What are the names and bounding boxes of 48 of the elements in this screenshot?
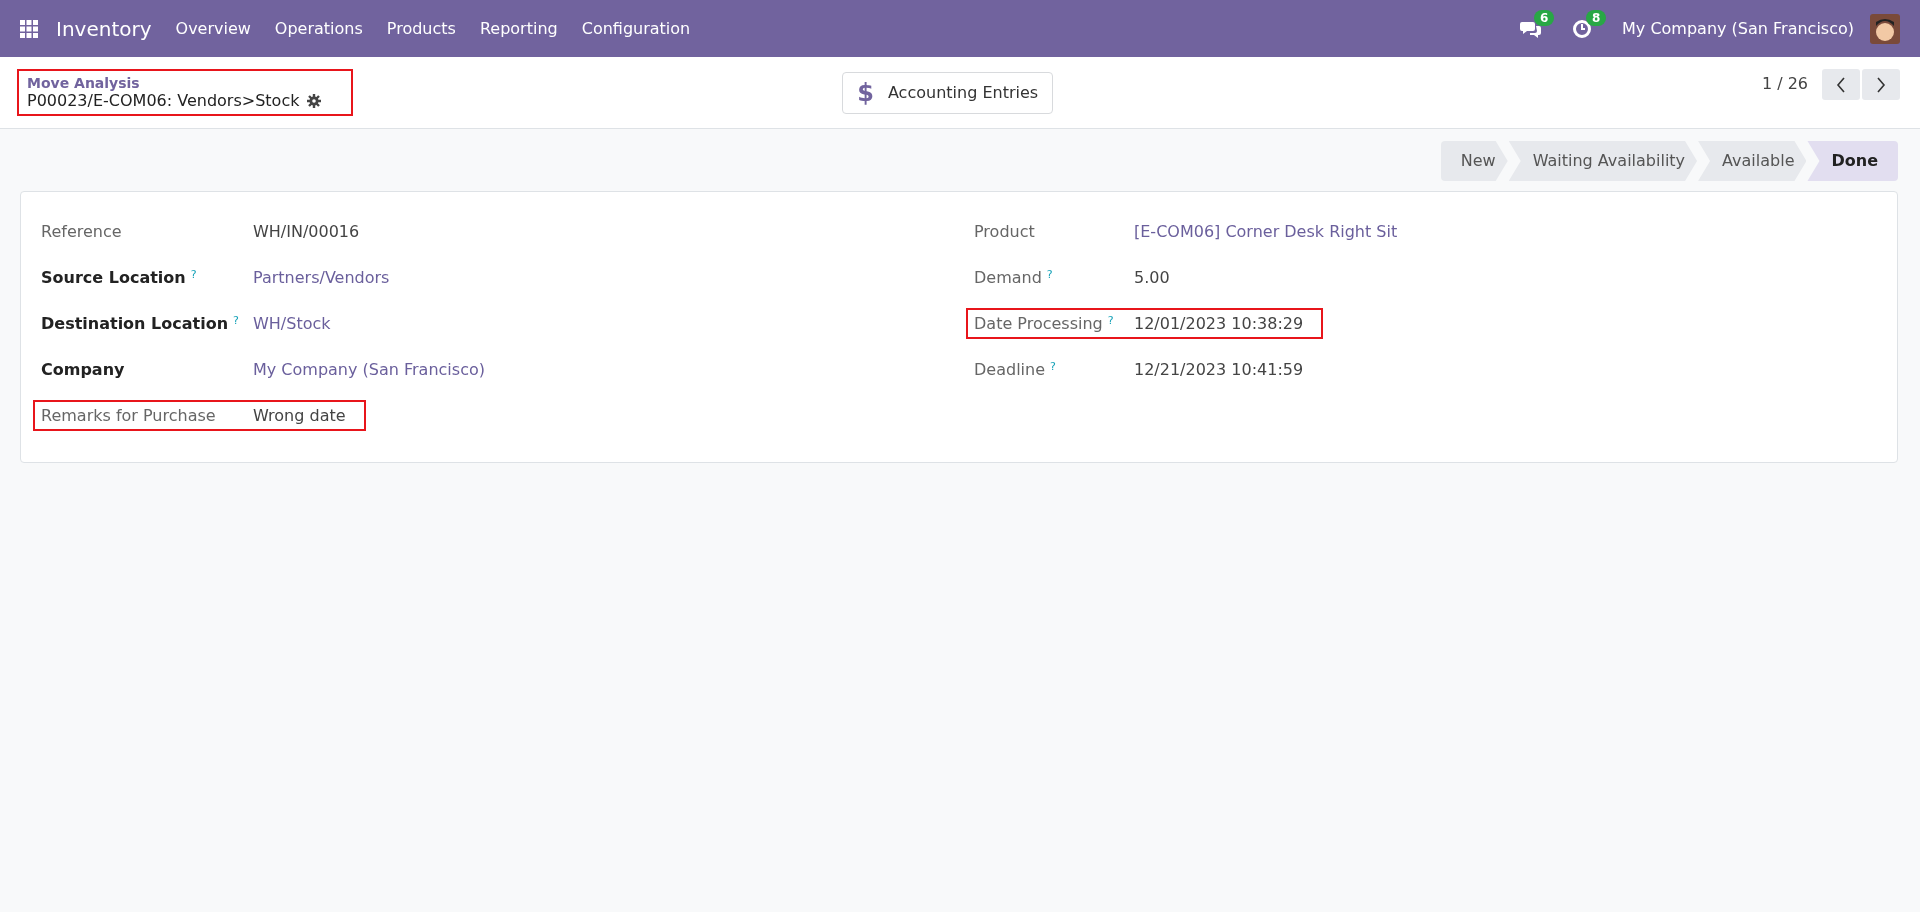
messages-count-badge: 6 xyxy=(1534,9,1555,26)
field-value: 12/01/2023 10:38:29 xyxy=(1134,313,1304,333)
help-tooltip-mark[interactable]: ? xyxy=(190,267,197,281)
status-stage[interactable]: Done xyxy=(1807,141,1898,181)
field-value: 5.00 xyxy=(1134,267,1170,287)
field-label: Reference xyxy=(41,221,122,241)
chevron-left-icon xyxy=(1836,76,1846,93)
avatar-icon[interactable] xyxy=(1870,13,1900,44)
field-value-link[interactable]: My Company (San Francisco) xyxy=(253,359,485,379)
field-value: 12/21/2023 10:41:59 xyxy=(1134,359,1304,379)
menu-item[interactable]: Overview xyxy=(175,19,251,38)
previous-button[interactable] xyxy=(1822,69,1860,100)
field-value-link[interactable]: [E-COM06] Corner Desk Right Sit xyxy=(1134,221,1398,241)
field-label: Remarks for Purchase xyxy=(41,405,216,425)
field-value: WH/IN/00016 xyxy=(253,221,360,241)
pager-counter: 1 / 26 xyxy=(1761,74,1808,93)
field-label: Source Location xyxy=(41,267,186,287)
settings-icon[interactable] xyxy=(307,93,322,108)
chevron-right-icon xyxy=(1876,76,1886,93)
field-value: Wrong date xyxy=(253,405,346,425)
help-tooltip-mark[interactable]: ? xyxy=(1107,313,1114,327)
record-title: P00023/E-COM06: Vendors>Stock xyxy=(27,91,300,110)
field-label: Demand xyxy=(974,267,1042,287)
status-stage[interactable]: Waiting Availability xyxy=(1508,141,1698,181)
field-label: Date Processing xyxy=(974,313,1103,333)
field-label: Company xyxy=(41,359,125,379)
next-button[interactable] xyxy=(1862,69,1900,100)
status-stage[interactable]: Available xyxy=(1698,141,1807,181)
field-label: Destination Location xyxy=(41,313,229,333)
menu-item[interactable]: Operations xyxy=(274,19,363,38)
menu-item[interactable]: Reporting xyxy=(479,19,558,38)
field-value-link[interactable]: Partners/Vendors xyxy=(253,267,390,287)
apps-grid-icon[interactable] xyxy=(20,19,38,38)
field-label: Deadline xyxy=(974,359,1045,379)
field-value-link[interactable]: WH/Stock xyxy=(253,313,331,333)
help-tooltip-mark[interactable]: ? xyxy=(233,313,239,327)
help-tooltip-mark[interactable]: ? xyxy=(1046,267,1053,281)
menu-item[interactable]: Products xyxy=(386,19,456,38)
company-switcher[interactable]: My Company (San Francisco) xyxy=(1622,19,1854,38)
field-label: Product xyxy=(974,221,1035,241)
accounting-entries-button[interactable]: $ Accounting Entries xyxy=(842,71,1054,114)
app-name[interactable]: Inventory xyxy=(56,16,152,41)
help-tooltip-mark[interactable]: ? xyxy=(1050,359,1056,373)
menu-item[interactable]: Configuration xyxy=(581,19,691,38)
activities-count-badge: 8 xyxy=(1586,9,1607,26)
clock-icon[interactable] xyxy=(1572,18,1593,39)
status-stage[interactable]: New xyxy=(1440,141,1508,181)
breadcrumb-link[interactable]: Move Analysis xyxy=(27,75,322,91)
